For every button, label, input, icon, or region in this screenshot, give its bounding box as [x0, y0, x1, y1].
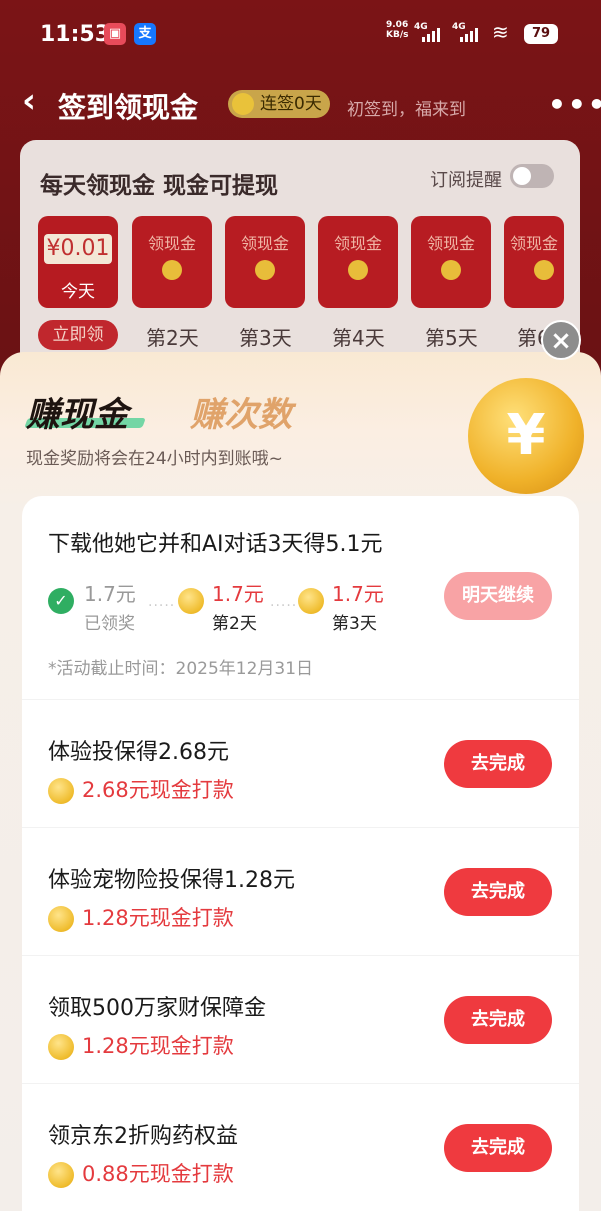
battery-icon: 79 — [524, 24, 558, 44]
coin-icon — [48, 778, 74, 804]
task-title: 下载他她它并和AI对话3天得5.1元 — [48, 532, 383, 557]
more-icon[interactable]: ••• — [548, 88, 601, 121]
envelope-day-2[interactable]: 领现金 — [132, 216, 212, 308]
task-item: 体验宠物险投保得1.28元 1.28元现金打款 去完成 — [22, 828, 579, 956]
task-title: 领取500万家财保障金 — [48, 996, 266, 1021]
back-icon[interactable]: ‹ — [22, 84, 36, 118]
task-step: 1.7元 已领奖 — [84, 582, 136, 634]
claim-now-button[interactable]: 立即领 — [38, 320, 118, 350]
signal-bars-1-icon — [422, 28, 440, 42]
go-complete-button[interactable]: 去完成 — [444, 996, 552, 1044]
status-bar: 11:53 ▣ 支 9.06 KB/s 4G 4G ≋ 79 — [0, 0, 601, 70]
task-step: 1.7元 第2天 — [212, 582, 264, 634]
streak-coin-icon — [232, 93, 254, 115]
status-time: 11:53 — [40, 22, 111, 47]
reward-hint: 现金奖励将会在24小时内到账哦~ — [26, 449, 283, 469]
signal-bars-2-icon — [460, 28, 478, 42]
task-list: 下载他她它并和AI对话3天得5.1元 ✓ 1.7元 已领奖 ····· 1.7元第… — [22, 496, 579, 1211]
streak-badge: 连签0天 — [228, 90, 330, 118]
task-item: 领京东2折购药权益 0.88元现金打款 去完成 — [22, 1084, 579, 1211]
task-title: 体验宠物险投保得1.28元 — [48, 868, 295, 893]
envelope-day-4[interactable]: 领现金 — [318, 216, 398, 308]
envelope-today[interactable]: ¥0.01 今天 — [38, 216, 118, 308]
envelope-seal-icon — [348, 260, 368, 280]
network-speed: 9.06 KB/s — [386, 20, 409, 40]
coin-icon — [178, 588, 204, 614]
today-label: 今天 — [61, 282, 95, 302]
today-amount: ¥0.01 — [44, 234, 112, 264]
checkin-title: 每天领现金 现金可提现 — [40, 173, 279, 199]
envelope-seal-icon — [534, 260, 554, 280]
day-label: 第4天 — [332, 326, 385, 350]
task-item: 体验投保得2.68元 2.68元现金打款 去完成 — [22, 700, 579, 828]
page-title: 签到领现金 — [58, 91, 199, 124]
task-reward: 0.88元现金打款 — [48, 1158, 234, 1188]
coin-icon — [48, 1034, 74, 1060]
task-reward: 2.68元现金打款 — [48, 774, 234, 804]
alipay-icon: 支 — [134, 23, 156, 45]
go-complete-button[interactable]: 去完成 — [444, 740, 552, 788]
envelope-seal-icon — [162, 260, 182, 280]
notification-app-icon: ▣ — [104, 23, 126, 45]
step-connector: ····· — [270, 598, 298, 614]
tab-earn-cash[interactable]: 赚现金 — [26, 387, 128, 436]
task-item: 领取500万家财保障金 1.28元现金打款 去完成 — [22, 956, 579, 1084]
go-complete-button[interactable]: 去完成 — [444, 1124, 552, 1172]
yuan-coin-icon: ¥ — [468, 378, 584, 494]
continue-tomorrow-button[interactable]: 明天继续 — [444, 572, 552, 620]
coin-icon — [48, 906, 74, 932]
go-complete-button[interactable]: 去完成 — [444, 868, 552, 916]
step-connector: ····· — [148, 598, 176, 614]
coin-icon — [298, 588, 324, 614]
deadline-text: *活动截止时间：2025年12月31日 — [48, 659, 314, 679]
coin-icon — [48, 1162, 74, 1188]
envelope-seal-icon — [441, 260, 461, 280]
task-reward: 1.28元现金打款 — [48, 1030, 234, 1060]
task-step: 1.7元 第3天 — [332, 582, 384, 634]
task-item: 下载他她它并和AI对话3天得5.1元 ✓ 1.7元 已领奖 ····· 1.7元第… — [22, 496, 579, 700]
envelope-day-6[interactable]: 领现金 — [504, 216, 564, 308]
task-reward: 1.28元现金打款 — [48, 902, 234, 932]
envelope-day-3[interactable]: 领现金 — [225, 216, 305, 308]
day-label: 第2天 — [146, 326, 199, 350]
subscribe-label: 订阅提醒 — [430, 170, 502, 191]
checkin-card: 每天领现金 现金可提现 订阅提醒 ¥0.01 今天 领现金 领现金 领现金 领现… — [20, 140, 580, 380]
task-title: 体验投保得2.68元 — [48, 740, 229, 765]
day-label: 第5天 — [425, 326, 478, 350]
task-title: 领京东2折购药权益 — [48, 1124, 238, 1149]
tab-earn-times[interactable]: 赚次数 — [190, 387, 292, 436]
wifi-icon: ≋ — [492, 20, 509, 44]
subscribe-toggle[interactable] — [510, 164, 554, 188]
envelope-seal-icon — [255, 260, 275, 280]
nav-subtitle: 初签到，福来到 — [347, 100, 466, 120]
check-icon: ✓ — [48, 588, 74, 614]
nav-bar: ‹ 签到领现金 连签0天 初签到，福来到 ••• — [0, 78, 601, 128]
day-label: 第3天 — [239, 326, 292, 350]
close-icon[interactable]: × — [541, 320, 581, 360]
envelope-day-5[interactable]: 领现金 — [411, 216, 491, 308]
